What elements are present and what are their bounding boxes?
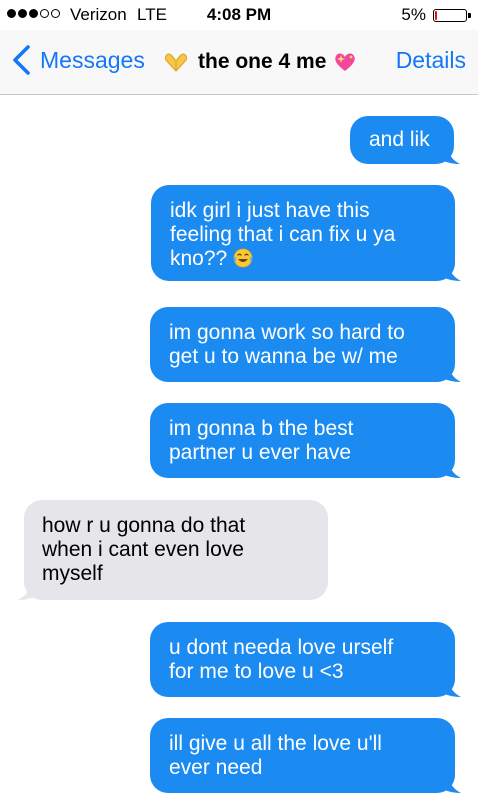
message-bubble-sent[interactable]: im gonna work so hard to get u to wanna …	[150, 307, 461, 382]
message-line: u dont needa love urself	[169, 636, 394, 659]
message-thread[interactable]: and lik idk girl i just have this feelin…	[0, 95, 478, 811]
heart-hands-emoji-icon	[164, 53, 188, 72]
bubble-tail	[439, 775, 461, 793]
message-bubble-sent[interactable]: im gonna b the best partner u ever have	[150, 403, 461, 478]
message-line: partner u ever have	[169, 441, 352, 464]
face-with-tears-of-joy-icon	[233, 248, 253, 268]
bubble-tail	[439, 263, 461, 281]
message-line: kno??	[170, 247, 228, 270]
battery-level	[435, 11, 437, 20]
message-bubble-received[interactable]: how r u gonna do that when i cant even l…	[18, 500, 328, 600]
message-line: ill give u all the love u'll	[169, 732, 382, 755]
message-line: when i cant even love	[42, 538, 244, 561]
message-line: myself	[42, 562, 103, 585]
message-line: im gonna work so hard to	[169, 321, 405, 344]
sparkling-heart-emoji-icon	[335, 53, 356, 71]
bubble-tail	[439, 460, 461, 478]
conversation-title[interactable]: the one 4 me	[163, 50, 358, 74]
chevron-left-icon	[13, 45, 30, 75]
status-bar: Verizon LTE 4:08 PM 5%	[0, 0, 478, 30]
message-line: im gonna b the best	[169, 417, 354, 440]
message-line: idk girl i just have this	[170, 199, 370, 222]
message-line: ever need	[169, 756, 263, 779]
bubble-tail	[439, 364, 461, 382]
battery-percent: 5%	[401, 5, 426, 24]
message-bubble-sent[interactable]: u dont needa love urself for me to love …	[150, 622, 461, 697]
message-bubble-sent[interactable]: ill give u all the love u'll ever need	[150, 718, 461, 793]
message-line: how r u gonna do that	[42, 514, 246, 537]
bubble-tail	[18, 582, 40, 600]
bubble-tail	[439, 679, 461, 697]
message-line: get u to wanna be w/ me	[169, 345, 398, 368]
bubble-tail	[438, 146, 460, 164]
conversation-name: the one 4 me	[198, 50, 327, 73]
details-button[interactable]: Details	[396, 47, 466, 74]
message-bubble-sent[interactable]: and lik	[350, 116, 460, 164]
back-button[interactable]: Messages	[10, 44, 145, 76]
battery-nub	[468, 13, 471, 18]
navigation-bar: Messages the one 4 me Details	[0, 30, 478, 95]
message-bubble-sent[interactable]: idk girl i just have this feeling that i…	[151, 185, 461, 281]
message-line: for me to love u <3	[169, 660, 344, 683]
message-line: feeling that i can fix u ya	[170, 223, 396, 246]
message-line-with-emoji: kno??	[170, 247, 438, 271]
back-label: Messages	[40, 46, 145, 73]
battery-icon	[433, 9, 467, 22]
message-line: and lik	[369, 128, 430, 151]
